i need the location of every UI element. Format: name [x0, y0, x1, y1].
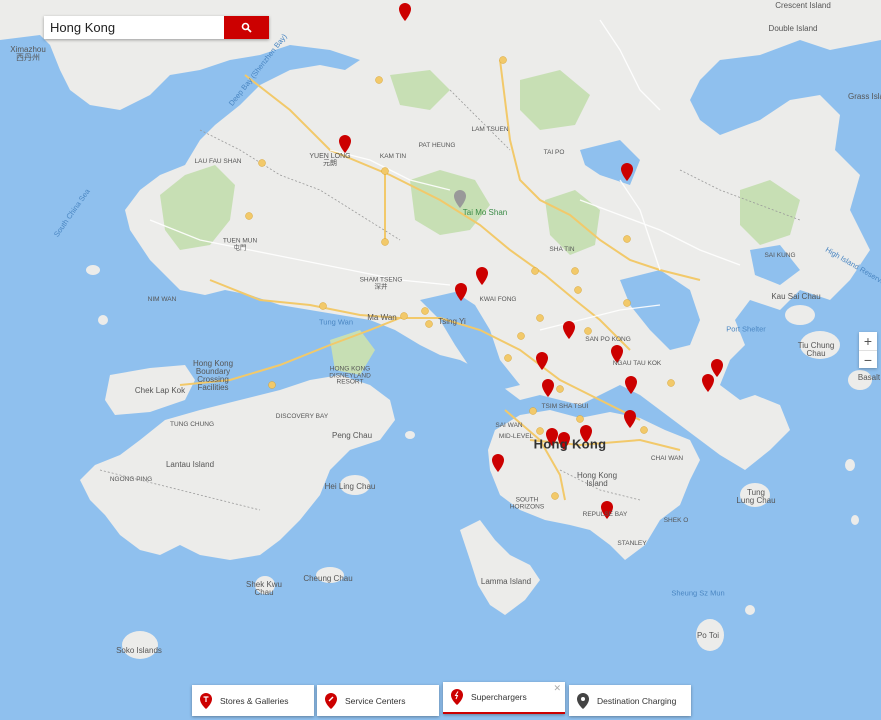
map-label: SOUTH HORIZONS [509, 496, 545, 510]
search-button[interactable] [224, 16, 269, 39]
supercharger-pin-icon [451, 689, 463, 705]
wrench-pin-icon [325, 692, 337, 709]
search-icon [241, 22, 252, 33]
zoom-out-button[interactable]: − [859, 351, 877, 369]
map-label: TSIM SHA TSUI [541, 402, 589, 410]
map-label: REPULSE BAY [582, 510, 628, 518]
map-label: TAI PO [543, 148, 565, 156]
map-label: HONG KONG DISNEYLAND RESORT [329, 365, 371, 386]
map-label: LAM TSUEN [471, 125, 509, 133]
map-label: Crescent Island [775, 1, 831, 10]
map-label: Tiu Chung Chau [797, 341, 835, 358]
legend-label: Superchargers [471, 692, 527, 702]
map-label: SAI KUNG [764, 251, 796, 259]
map-label: Peng Chau [331, 431, 373, 440]
map-label: Cheung Chau [303, 574, 353, 583]
legend-stores-galleries[interactable]: Stores & Galleries [192, 685, 314, 716]
map-label: Ximazhou 西丹州 [10, 45, 46, 62]
map-label: Lamma Island [480, 577, 532, 586]
map-label: KWAI FONG [479, 295, 517, 303]
map-label: KAM TIN [379, 152, 407, 160]
map-label: Hei Ling Chau [324, 482, 376, 491]
search-bar [44, 16, 269, 39]
legend-label: Service Centers [345, 695, 406, 706]
map-label: Po Toi [696, 631, 720, 640]
map-label: Soko Islands [116, 646, 162, 655]
close-icon[interactable]: ✕ [553, 683, 561, 694]
legend-superchargers[interactable]: Superchargers ✕ [443, 682, 565, 714]
map-label: Port Shelter [726, 324, 766, 334]
map-label: MID-LEVEL [498, 432, 534, 440]
map-label: DISCOVERY BAY [275, 412, 329, 420]
zoom-control: + − [859, 332, 877, 368]
map-label: TUNG CHUNG [169, 420, 215, 428]
map-label: Kau Sai Chau [771, 292, 821, 301]
map-label: Shek Kwu Chau [245, 580, 283, 597]
map-label: SHEK O [663, 516, 689, 524]
legend-destination-charging[interactable]: Destination Charging [569, 685, 691, 716]
legend-service-centers[interactable]: Service Centers [317, 685, 439, 716]
zoom-in-button[interactable]: + [859, 332, 877, 351]
map-label: SAI WAN [495, 421, 523, 429]
map-label: Chek Lap Kok [134, 386, 186, 395]
map-label: Sheung Sz Mun [671, 588, 725, 598]
legend-label: Destination Charging [597, 695, 677, 706]
destination-pin-icon [577, 692, 589, 709]
map-label: LAU FAU SHAN [194, 157, 242, 165]
map-label: PAT HEUNG [418, 141, 456, 149]
map-label: Grass Isla [847, 92, 881, 101]
map-label: NIM WAN [147, 295, 177, 303]
map-label: Hong Kong Island [576, 471, 618, 488]
map-label: NGAU TAU KOK [612, 359, 662, 367]
map-label: Tung Wan [318, 317, 354, 327]
map-label: Lantau Island [165, 460, 215, 469]
city-label: Hong Kong [533, 436, 607, 452]
search-input[interactable] [44, 16, 224, 39]
map-label: Tung Lung Chau [736, 488, 776, 505]
map-label: TUEN MUN 屯門 [222, 237, 258, 251]
map-label: Tai Mo Shan [462, 208, 508, 217]
map-label: SHAM TSENG 深井 [359, 276, 403, 290]
map-label: Double Island [768, 24, 818, 33]
map-label: Tsing Yi [438, 317, 466, 326]
map-label: SHA TIN [549, 245, 575, 253]
tesla-pin-icon [200, 692, 212, 709]
map-label: Hong Kong Boundary Crossing Facilities [192, 359, 234, 392]
map-label: STANLEY [617, 539, 647, 547]
map-label: Ma Wan [367, 313, 397, 322]
map-label: CHAI WAN [650, 454, 684, 462]
map-label: NGONG PING [109, 475, 153, 483]
map-canvas[interactable] [0, 0, 881, 720]
map-label: SAN PO KONG [585, 335, 631, 343]
map-label: YUEN LONG 元朗 [309, 153, 351, 167]
legend-label: Stores & Galleries [220, 695, 289, 706]
map-label: Basalt [857, 373, 881, 382]
